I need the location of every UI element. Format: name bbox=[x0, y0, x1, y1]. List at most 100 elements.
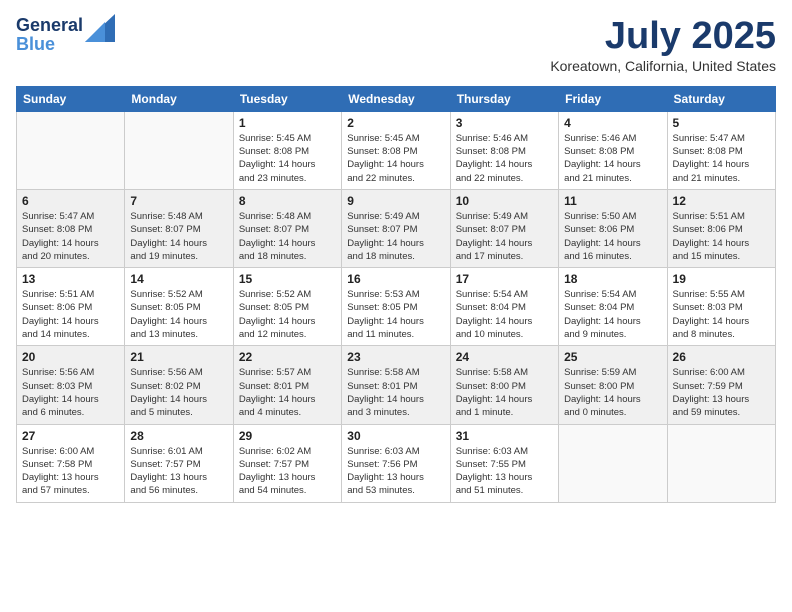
day-info: Sunrise: 6:03 AM Sunset: 7:55 PM Dayligh… bbox=[456, 445, 553, 498]
day-info: Sunrise: 5:50 AM Sunset: 8:06 PM Dayligh… bbox=[564, 210, 661, 263]
day-info: Sunrise: 5:45 AM Sunset: 8:08 PM Dayligh… bbox=[239, 132, 336, 185]
day-number: 6 bbox=[22, 194, 119, 208]
calendar-cell: 30 Sunrise: 6:03 AM Sunset: 7:56 PM Dayli… bbox=[342, 424, 450, 502]
day-number: 27 bbox=[22, 429, 119, 443]
calendar-week-1: 1 Sunrise: 5:45 AM Sunset: 8:08 PM Daylig… bbox=[17, 111, 776, 189]
calendar-cell: 13Sunrise: 5:51 AM Sunset: 8:06 PM Dayli… bbox=[17, 268, 125, 346]
calendar-cell: 18 Sunrise: 5:54 AM Sunset: 8:04 PM Dayli… bbox=[559, 268, 667, 346]
day-number: 28 bbox=[130, 429, 227, 443]
logo-icon bbox=[85, 14, 115, 42]
weekday-header-row: SundayMondayTuesdayWednesdayThursdayFrid… bbox=[17, 86, 776, 111]
calendar-cell: 26 Sunrise: 6:00 AM Sunset: 7:59 PM Dayli… bbox=[667, 346, 775, 424]
day-info: Sunrise: 5:58 AM Sunset: 8:00 PM Dayligh… bbox=[456, 366, 553, 419]
day-info: Sunrise: 6:03 AM Sunset: 7:56 PM Dayligh… bbox=[347, 445, 444, 498]
calendar-cell: 15 Sunrise: 5:52 AM Sunset: 8:05 PM Dayli… bbox=[233, 268, 341, 346]
weekday-header-sunday: Sunday bbox=[17, 86, 125, 111]
day-number: 3 bbox=[456, 116, 553, 130]
day-info: Sunrise: 5:57 AM Sunset: 8:01 PM Dayligh… bbox=[239, 366, 336, 419]
day-number: 10 bbox=[456, 194, 553, 208]
day-number: 30 bbox=[347, 429, 444, 443]
weekday-header-saturday: Saturday bbox=[667, 86, 775, 111]
calendar-cell: 20 Sunrise: 5:56 AM Sunset: 8:03 PM Dayli… bbox=[17, 346, 125, 424]
day-info: Sunrise: 6:01 AM Sunset: 7:57 PM Dayligh… bbox=[130, 445, 227, 498]
day-number: 23 bbox=[347, 350, 444, 364]
day-number: 20 bbox=[22, 350, 119, 364]
day-number: 11 bbox=[564, 194, 661, 208]
calendar-cell: 17Sunrise: 5:54 AM Sunset: 8:04 PM Dayli… bbox=[450, 268, 558, 346]
weekday-header-thursday: Thursday bbox=[450, 86, 558, 111]
calendar-cell: 22Sunrise: 5:57 AM Sunset: 8:01 PM Dayli… bbox=[233, 346, 341, 424]
calendar-cell bbox=[17, 111, 125, 189]
calendar-cell: 14 Sunrise: 5:52 AM Sunset: 8:05 PM Dayli… bbox=[125, 268, 233, 346]
day-number: 14 bbox=[130, 272, 227, 286]
calendar-cell: 11 Sunrise: 5:50 AM Sunset: 8:06 PM Dayli… bbox=[559, 189, 667, 267]
calendar-cell: 21 Sunrise: 5:56 AM Sunset: 8:02 PM Dayli… bbox=[125, 346, 233, 424]
title-area: July 2025 Koreatown, California, United … bbox=[550, 16, 776, 74]
calendar-week-3: 13Sunrise: 5:51 AM Sunset: 8:06 PM Dayli… bbox=[17, 268, 776, 346]
day-info: Sunrise: 5:47 AM Sunset: 8:08 PM Dayligh… bbox=[22, 210, 119, 263]
calendar-cell: 9Sunrise: 5:49 AM Sunset: 8:07 PM Daylig… bbox=[342, 189, 450, 267]
month-title: July 2025 bbox=[550, 16, 776, 58]
day-number: 24 bbox=[456, 350, 553, 364]
day-number: 18 bbox=[564, 272, 661, 286]
weekday-header-friday: Friday bbox=[559, 86, 667, 111]
calendar-cell bbox=[125, 111, 233, 189]
day-info: Sunrise: 5:54 AM Sunset: 8:04 PM Dayligh… bbox=[564, 288, 661, 341]
calendar-cell: 3 Sunrise: 5:46 AM Sunset: 8:08 PM Daylig… bbox=[450, 111, 558, 189]
day-info: Sunrise: 5:52 AM Sunset: 8:05 PM Dayligh… bbox=[130, 288, 227, 341]
day-info: Sunrise: 5:56 AM Sunset: 8:03 PM Dayligh… bbox=[22, 366, 119, 419]
day-info: Sunrise: 5:49 AM Sunset: 8:07 PM Dayligh… bbox=[347, 210, 444, 263]
calendar-cell: 2Sunrise: 5:45 AM Sunset: 8:08 PM Daylig… bbox=[342, 111, 450, 189]
calendar-cell: 1 Sunrise: 5:45 AM Sunset: 8:08 PM Daylig… bbox=[233, 111, 341, 189]
weekday-header-wednesday: Wednesday bbox=[342, 86, 450, 111]
day-number: 26 bbox=[673, 350, 770, 364]
calendar-cell: 24 Sunrise: 5:58 AM Sunset: 8:00 PM Dayli… bbox=[450, 346, 558, 424]
day-info: Sunrise: 6:00 AM Sunset: 7:59 PM Dayligh… bbox=[673, 366, 770, 419]
day-info: Sunrise: 5:54 AM Sunset: 8:04 PM Dayligh… bbox=[456, 288, 553, 341]
logo-line1: General bbox=[16, 16, 83, 35]
calendar-cell: 4Sunrise: 5:46 AM Sunset: 8:08 PM Daylig… bbox=[559, 111, 667, 189]
day-number: 8 bbox=[239, 194, 336, 208]
calendar-cell: 5Sunrise: 5:47 AM Sunset: 8:08 PM Daylig… bbox=[667, 111, 775, 189]
day-number: 4 bbox=[564, 116, 661, 130]
calendar-cell bbox=[559, 424, 667, 502]
page-header: General Blue July 2025 Koreatown, Califo… bbox=[16, 16, 776, 74]
calendar-cell: 25 Sunrise: 5:59 AM Sunset: 8:00 PM Dayli… bbox=[559, 346, 667, 424]
calendar-cell: 6 Sunrise: 5:47 AM Sunset: 8:08 PM Daylig… bbox=[17, 189, 125, 267]
calendar-cell: 7Sunrise: 5:48 AM Sunset: 8:07 PM Daylig… bbox=[125, 189, 233, 267]
day-info: Sunrise: 5:55 AM Sunset: 8:03 PM Dayligh… bbox=[673, 288, 770, 341]
calendar-cell: 19 Sunrise: 5:55 AM Sunset: 8:03 PM Dayli… bbox=[667, 268, 775, 346]
day-info: Sunrise: 5:51 AM Sunset: 8:06 PM Dayligh… bbox=[673, 210, 770, 263]
calendar-week-2: 6 Sunrise: 5:47 AM Sunset: 8:08 PM Daylig… bbox=[17, 189, 776, 267]
logo: General Blue bbox=[16, 16, 115, 54]
day-info: Sunrise: 6:02 AM Sunset: 7:57 PM Dayligh… bbox=[239, 445, 336, 498]
calendar-cell: 28 Sunrise: 6:01 AM Sunset: 7:57 PM Dayli… bbox=[125, 424, 233, 502]
day-info: Sunrise: 5:48 AM Sunset: 8:07 PM Dayligh… bbox=[239, 210, 336, 263]
day-info: Sunrise: 5:56 AM Sunset: 8:02 PM Dayligh… bbox=[130, 366, 227, 419]
day-number: 15 bbox=[239, 272, 336, 286]
calendar-cell: 12Sunrise: 5:51 AM Sunset: 8:06 PM Dayli… bbox=[667, 189, 775, 267]
day-info: Sunrise: 5:45 AM Sunset: 8:08 PM Dayligh… bbox=[347, 132, 444, 185]
calendar-cell: 23 Sunrise: 5:58 AM Sunset: 8:01 PM Dayli… bbox=[342, 346, 450, 424]
day-number: 1 bbox=[239, 116, 336, 130]
calendar-cell: 8 Sunrise: 5:48 AM Sunset: 8:07 PM Daylig… bbox=[233, 189, 341, 267]
day-info: Sunrise: 5:52 AM Sunset: 8:05 PM Dayligh… bbox=[239, 288, 336, 341]
day-number: 13 bbox=[22, 272, 119, 286]
day-number: 19 bbox=[673, 272, 770, 286]
day-info: Sunrise: 5:49 AM Sunset: 8:07 PM Dayligh… bbox=[456, 210, 553, 263]
calendar-table: SundayMondayTuesdayWednesdayThursdayFrid… bbox=[16, 86, 776, 503]
logo-line2: Blue bbox=[16, 35, 83, 54]
weekday-header-monday: Monday bbox=[125, 86, 233, 111]
day-info: Sunrise: 5:53 AM Sunset: 8:05 PM Dayligh… bbox=[347, 288, 444, 341]
calendar-week-4: 20 Sunrise: 5:56 AM Sunset: 8:03 PM Dayli… bbox=[17, 346, 776, 424]
day-number: 25 bbox=[564, 350, 661, 364]
day-info: Sunrise: 5:59 AM Sunset: 8:00 PM Dayligh… bbox=[564, 366, 661, 419]
day-info: Sunrise: 5:46 AM Sunset: 8:08 PM Dayligh… bbox=[456, 132, 553, 185]
calendar-cell: 29Sunrise: 6:02 AM Sunset: 7:57 PM Dayli… bbox=[233, 424, 341, 502]
calendar-cell bbox=[667, 424, 775, 502]
calendar-cell: 16Sunrise: 5:53 AM Sunset: 8:05 PM Dayli… bbox=[342, 268, 450, 346]
day-number: 21 bbox=[130, 350, 227, 364]
weekday-header-tuesday: Tuesday bbox=[233, 86, 341, 111]
day-info: Sunrise: 5:58 AM Sunset: 8:01 PM Dayligh… bbox=[347, 366, 444, 419]
calendar-cell: 10 Sunrise: 5:49 AM Sunset: 8:07 PM Dayli… bbox=[450, 189, 558, 267]
